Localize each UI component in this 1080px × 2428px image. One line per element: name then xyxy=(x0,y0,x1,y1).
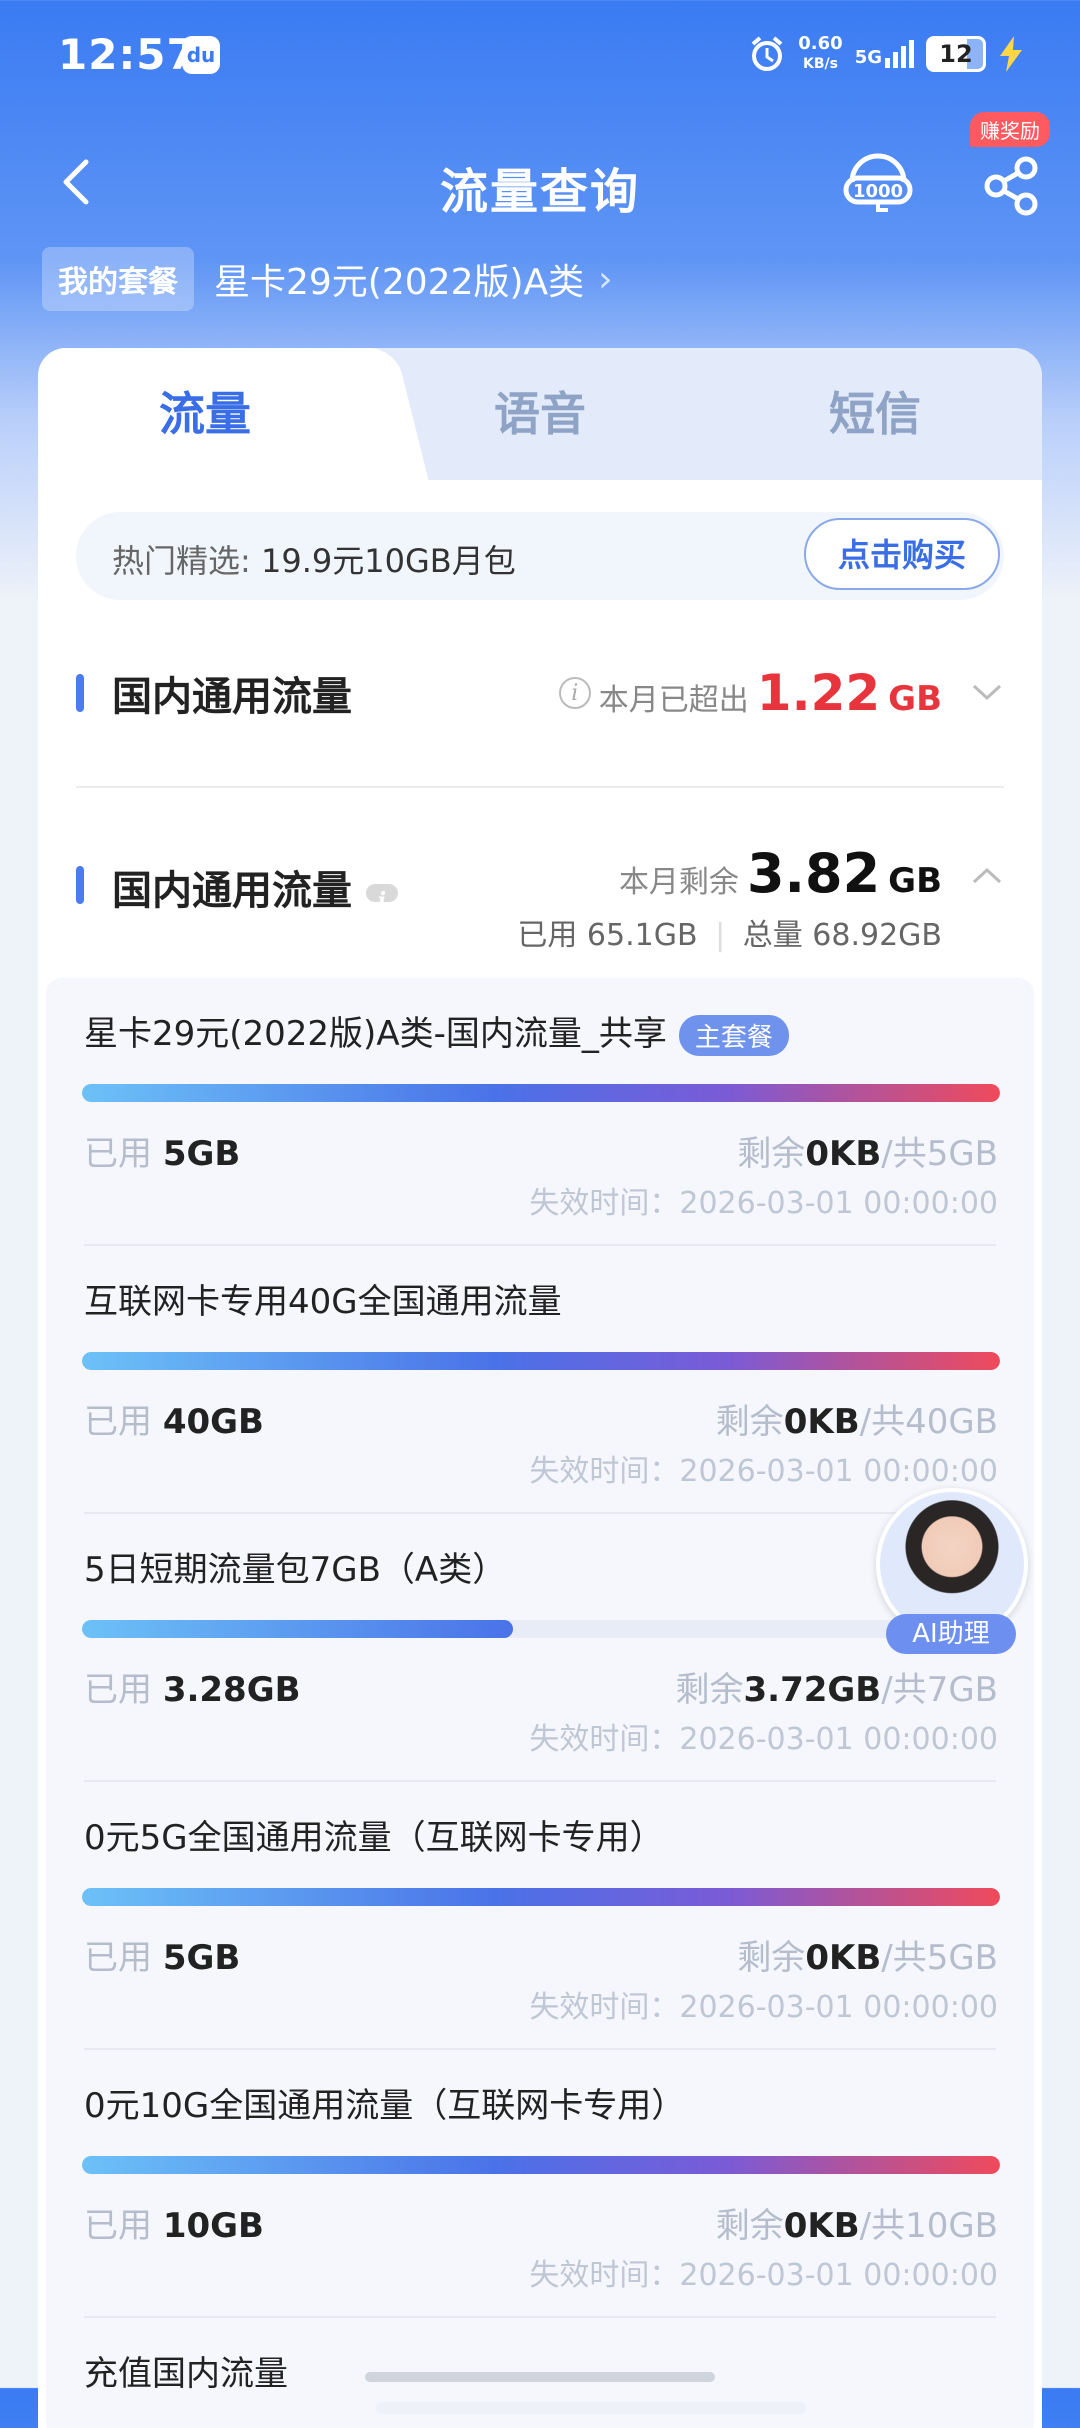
divider xyxy=(76,786,1004,788)
share-icon[interactable] xyxy=(982,154,1042,216)
promo-banner: 热门精选: 19.9元10GB月包 点击购买 xyxy=(76,512,1004,600)
remaining-amount: 剩余3.72GB/共7GB xyxy=(675,1670,998,1710)
charging-icon xyxy=(1000,36,1022,72)
progress-fill xyxy=(82,1084,1000,1102)
home-indicator[interactable] xyxy=(365,2372,715,2382)
used-amount: 已用 3.28GB xyxy=(84,1670,301,1710)
expire-time: 失效时间：2026-03-01 00:00:00 xyxy=(529,1990,998,2025)
plan-name: 星卡29元(2022版)A类 xyxy=(214,262,585,303)
my-plan-row[interactable]: 我的套餐 星卡29元(2022版)A类 › xyxy=(42,247,613,311)
section-title: 国内通用流量 xyxy=(112,868,352,914)
remaining-summary: 本月剩余 3.82 GB xyxy=(618,842,942,905)
svg-text:1000: 1000 xyxy=(853,181,903,202)
progress-track xyxy=(82,1352,1000,1370)
package-name: 0元5G全国通用流量（互联网卡专用） xyxy=(84,1818,664,1858)
app-notification-icon: du xyxy=(182,36,220,74)
progress-track xyxy=(82,1620,1000,1638)
usage-card: 流量 语音 短信 热门精选: 19.9元10GB月包 点击购买 国内通用流量 i… xyxy=(38,348,1042,2428)
progress-fill xyxy=(82,1352,1000,1370)
progress-track xyxy=(82,1888,1000,1906)
used-amount: 已用 10GB xyxy=(84,2206,264,2246)
battery-icon: 12 xyxy=(926,36,986,72)
remaining-amount: 剩余0KB/共10GB xyxy=(715,2206,998,2246)
my-plan-tag: 我的套餐 xyxy=(42,247,194,311)
remaining-amount: 剩余0KB/共5GB xyxy=(737,1134,998,1174)
info-icon[interactable]: i xyxy=(365,884,398,914)
section-title-wrap: 国内通用流量 i xyxy=(112,858,398,916)
exceeded-summary: i 本月已超出 1.22 GB xyxy=(558,664,942,722)
tab-data[interactable]: 流量 xyxy=(38,348,372,480)
package-list: 星卡29元(2022版)A类-国内流量_共享 主套餐 已用 5GB 剩余0KB/共… xyxy=(46,978,1034,2428)
info-icon[interactable]: i xyxy=(558,677,591,709)
tab-voice[interactable]: 语音 xyxy=(372,348,708,480)
expire-time: 失效时间：2026-03-01 00:00:00 xyxy=(529,1454,998,1489)
package-name: 5日短期流量包7GB（A类） xyxy=(84,1550,507,1590)
section-accent xyxy=(76,674,84,712)
section-accent xyxy=(76,866,84,904)
buy-button[interactable]: 点击购买 xyxy=(804,518,1000,590)
list-item: 星卡29元(2022版)A类-国内流量_共享 主套餐 已用 5GB 剩余0KB/共… xyxy=(46,978,1034,1246)
status-icons: 0.60 KB/s 5G 12 xyxy=(748,34,1024,74)
page-title: 流量查询 xyxy=(439,164,640,220)
remaining-amount: 剩余0KB/共5GB xyxy=(737,1938,998,1978)
package-name: 互联网卡专用40G全国通用流量 xyxy=(84,1282,562,1322)
alarm-icon xyxy=(751,36,783,71)
used-amount: 已用 5GB xyxy=(84,1938,241,1978)
used-amount: 已用 40GB xyxy=(84,1402,264,1442)
progress-track xyxy=(82,1084,1000,1102)
expire-time: 失效时间：2026-03-01 00:00:00 xyxy=(529,2258,998,2293)
ai-assistant-button[interactable]: AI助理 xyxy=(876,1488,1028,1668)
ai-assistant-label: AI助理 xyxy=(886,1614,1016,1654)
tab-sms[interactable]: 短信 xyxy=(708,348,1042,480)
reward-badge[interactable]: 赚奖励 xyxy=(970,112,1050,147)
chevron-up-icon[interactable] xyxy=(970,864,1004,888)
package-name: 星卡29元(2022版)A类-国内流量_共享 xyxy=(84,1014,667,1054)
progress-fill xyxy=(82,2156,1000,2174)
section-remaining[interactable]: 国内通用流量 i 本月剩余 3.82 GB 已用 65.1GB | 总量 68.… xyxy=(76,842,1004,964)
status-time: 12:57 xyxy=(58,30,197,79)
progress-track xyxy=(376,2402,806,2414)
usage-totals: 已用 65.1GB | 总量 68.92GB xyxy=(517,918,942,953)
list-item: 0元5G全国通用流量（互联网卡专用） 已用 5GB 剩余0KB/共5GB 失效时… xyxy=(46,1782,1034,2050)
list-item: 0元10G全国通用流量（互联网卡专用） 已用 10GB 剩余0KB/共10GB … xyxy=(46,2050,1034,2318)
promo-text: 热门精选: 19.9元10GB月包 xyxy=(112,542,516,580)
signal-icon: 5G xyxy=(855,40,914,68)
progress-track xyxy=(82,2156,1000,2174)
section-title: 国内通用流量 xyxy=(112,674,352,720)
status-bar: 12:57 du 0.60 KB/s 5G 12 xyxy=(0,0,1080,110)
app-header: 流量查询 1000 xyxy=(0,130,1080,240)
network-speed: 0.60 KB/s xyxy=(798,33,843,73)
list-item: 互联网卡专用40G全国通用流量 已用 40GB 剩余0KB/共40GB 失效时间… xyxy=(46,1246,1034,1514)
package-name: 0元10G全国通用流量（互联网卡专用） xyxy=(84,2086,686,2126)
chevron-down-icon[interactable] xyxy=(970,680,1004,704)
expire-time: 失效时间：2026-03-01 00:00:00 xyxy=(529,1722,998,1757)
progress-fill xyxy=(82,1620,514,1638)
progress-fill xyxy=(82,1888,1000,1906)
section-exceeded[interactable]: 国内通用流量 i 本月已超出 1.22 GB xyxy=(76,664,1004,734)
used-amount: 已用 5GB xyxy=(84,1134,241,1174)
main-plan-badge: 主套餐 xyxy=(678,1015,789,1056)
chevron-right-icon: › xyxy=(598,258,613,300)
package-name-wrap: 星卡29元(2022版)A类-国内流量_共享 主套餐 xyxy=(84,1006,789,1056)
remaining-amount: 剩余0KB/共40GB xyxy=(715,1402,998,1442)
expire-time: 失效时间：2026-03-01 00:00:00 xyxy=(529,1186,998,1221)
customer-service-icon[interactable]: 1000 xyxy=(842,152,914,214)
tab-bar: 流量 语音 短信 xyxy=(38,348,1042,480)
